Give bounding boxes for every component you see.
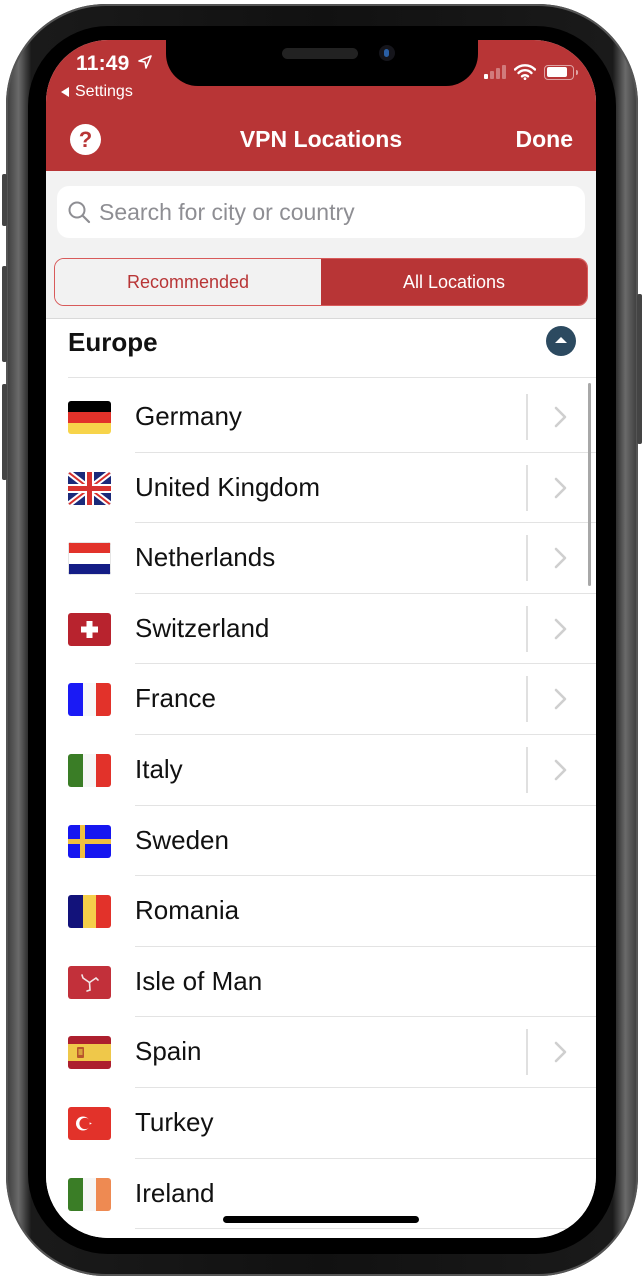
location-row[interactable]: Sweden [46,806,596,877]
battery-icon [544,64,578,80]
filter-controls: Recommended All Locations [46,171,596,319]
mute-switch [2,174,7,226]
back-to-settings[interactable]: Settings [61,83,133,101]
search-bar[interactable] [57,186,585,238]
search-input[interactable] [99,198,559,226]
row-divider [526,676,528,723]
chevron-right-icon[interactable] [554,688,567,710]
row-divider [526,747,528,793]
location-row[interactable]: United Kingdom [46,453,596,524]
row-divider [526,535,528,582]
front-camera [379,45,395,61]
volume-down-button [2,384,7,480]
chevron-right-icon[interactable] [554,618,567,640]
location-row[interactable]: France [46,664,596,735]
spain-flag-icon [68,1036,111,1070]
home-indicator[interactable] [223,1216,419,1223]
ireland-flag-icon [68,1177,111,1211]
chevron-right-icon[interactable] [554,759,567,781]
nav-header: 11:49 Settings ? VPN Locations Done [46,40,596,171]
tab-all-locations[interactable]: All Locations [321,259,587,305]
chevron-right-icon[interactable] [554,547,567,569]
location-filter-segment: Recommended All Locations [54,258,588,306]
location-name: Switzerland [135,612,270,643]
location-name: Netherlands [135,542,276,573]
location-name: France [135,683,216,714]
speaker-grille [282,48,358,59]
chevron-right-icon[interactable] [554,406,567,428]
collapse-section-button[interactable] [546,326,576,356]
row-divider [526,394,528,440]
location-arrow-icon [138,55,152,69]
isle-of-man-flag-icon [68,965,111,999]
location-name: Germany [135,401,242,431]
location-row[interactable]: Romania [46,876,596,947]
italy-flag-icon [68,754,111,787]
row-divider [526,464,528,511]
chevron-right-icon[interactable] [554,1041,567,1063]
uk-flag-icon [68,471,111,505]
back-triangle-icon [61,87,69,97]
wifi-icon [514,64,536,80]
status-indicators [484,64,578,80]
row-separator [135,1228,596,1230]
location-row[interactable]: Isle of Man [46,947,596,1018]
locations-list: Europe Germany United Kingdom Netherlands S… [46,320,596,1238]
location-name: Italy [135,754,183,784]
switzerland-flag-icon [68,612,111,646]
location-name: Romania [135,895,240,926]
done-button[interactable]: Done [516,126,574,153]
location-name: Sweden [135,824,229,855]
location-row[interactable]: Netherlands [46,523,596,594]
romania-flag-icon [68,895,111,929]
screen: 11:49 Settings ? VPN Locations Done Sear… [46,40,596,1238]
volume-up-button [2,266,7,362]
cellular-signal-icon [484,65,506,79]
section-title: Europe [68,327,158,357]
turkey-flag-icon [68,1107,111,1140]
chevron-up-icon [555,337,567,343]
page-title: VPN Locations [239,126,403,152]
section-header-europe[interactable]: Europe [46,320,596,378]
location-name: Turkey [135,1107,214,1137]
location-name: Isle of Man [135,965,263,996]
back-app-label: Settings [75,83,133,100]
location-row[interactable]: Switzerland [46,594,596,665]
row-divider [526,605,528,652]
netherlands-flag-icon [68,542,111,576]
location-name: Ireland [135,1177,215,1208]
side-button [637,294,642,444]
divider [68,377,596,378]
row-divider [526,1029,528,1076]
search-icon [68,201,91,224]
location-name: United Kingdom [135,471,320,502]
tab-recommended[interactable]: Recommended [55,259,321,305]
notch [166,40,478,86]
chevron-right-icon[interactable] [554,477,567,499]
status-time: 11:49 [76,52,130,75]
location-row[interactable]: Turkey [46,1088,596,1159]
france-flag-icon [68,683,111,717]
scrollbar[interactable] [587,383,591,586]
location-row[interactable]: Germany [46,382,596,453]
location-row[interactable]: Spain [46,1017,596,1088]
location-name: Spain [135,1036,202,1067]
location-row[interactable]: Italy [46,735,596,806]
germany-flag-icon [68,401,111,434]
sweden-flag-icon [68,824,111,858]
